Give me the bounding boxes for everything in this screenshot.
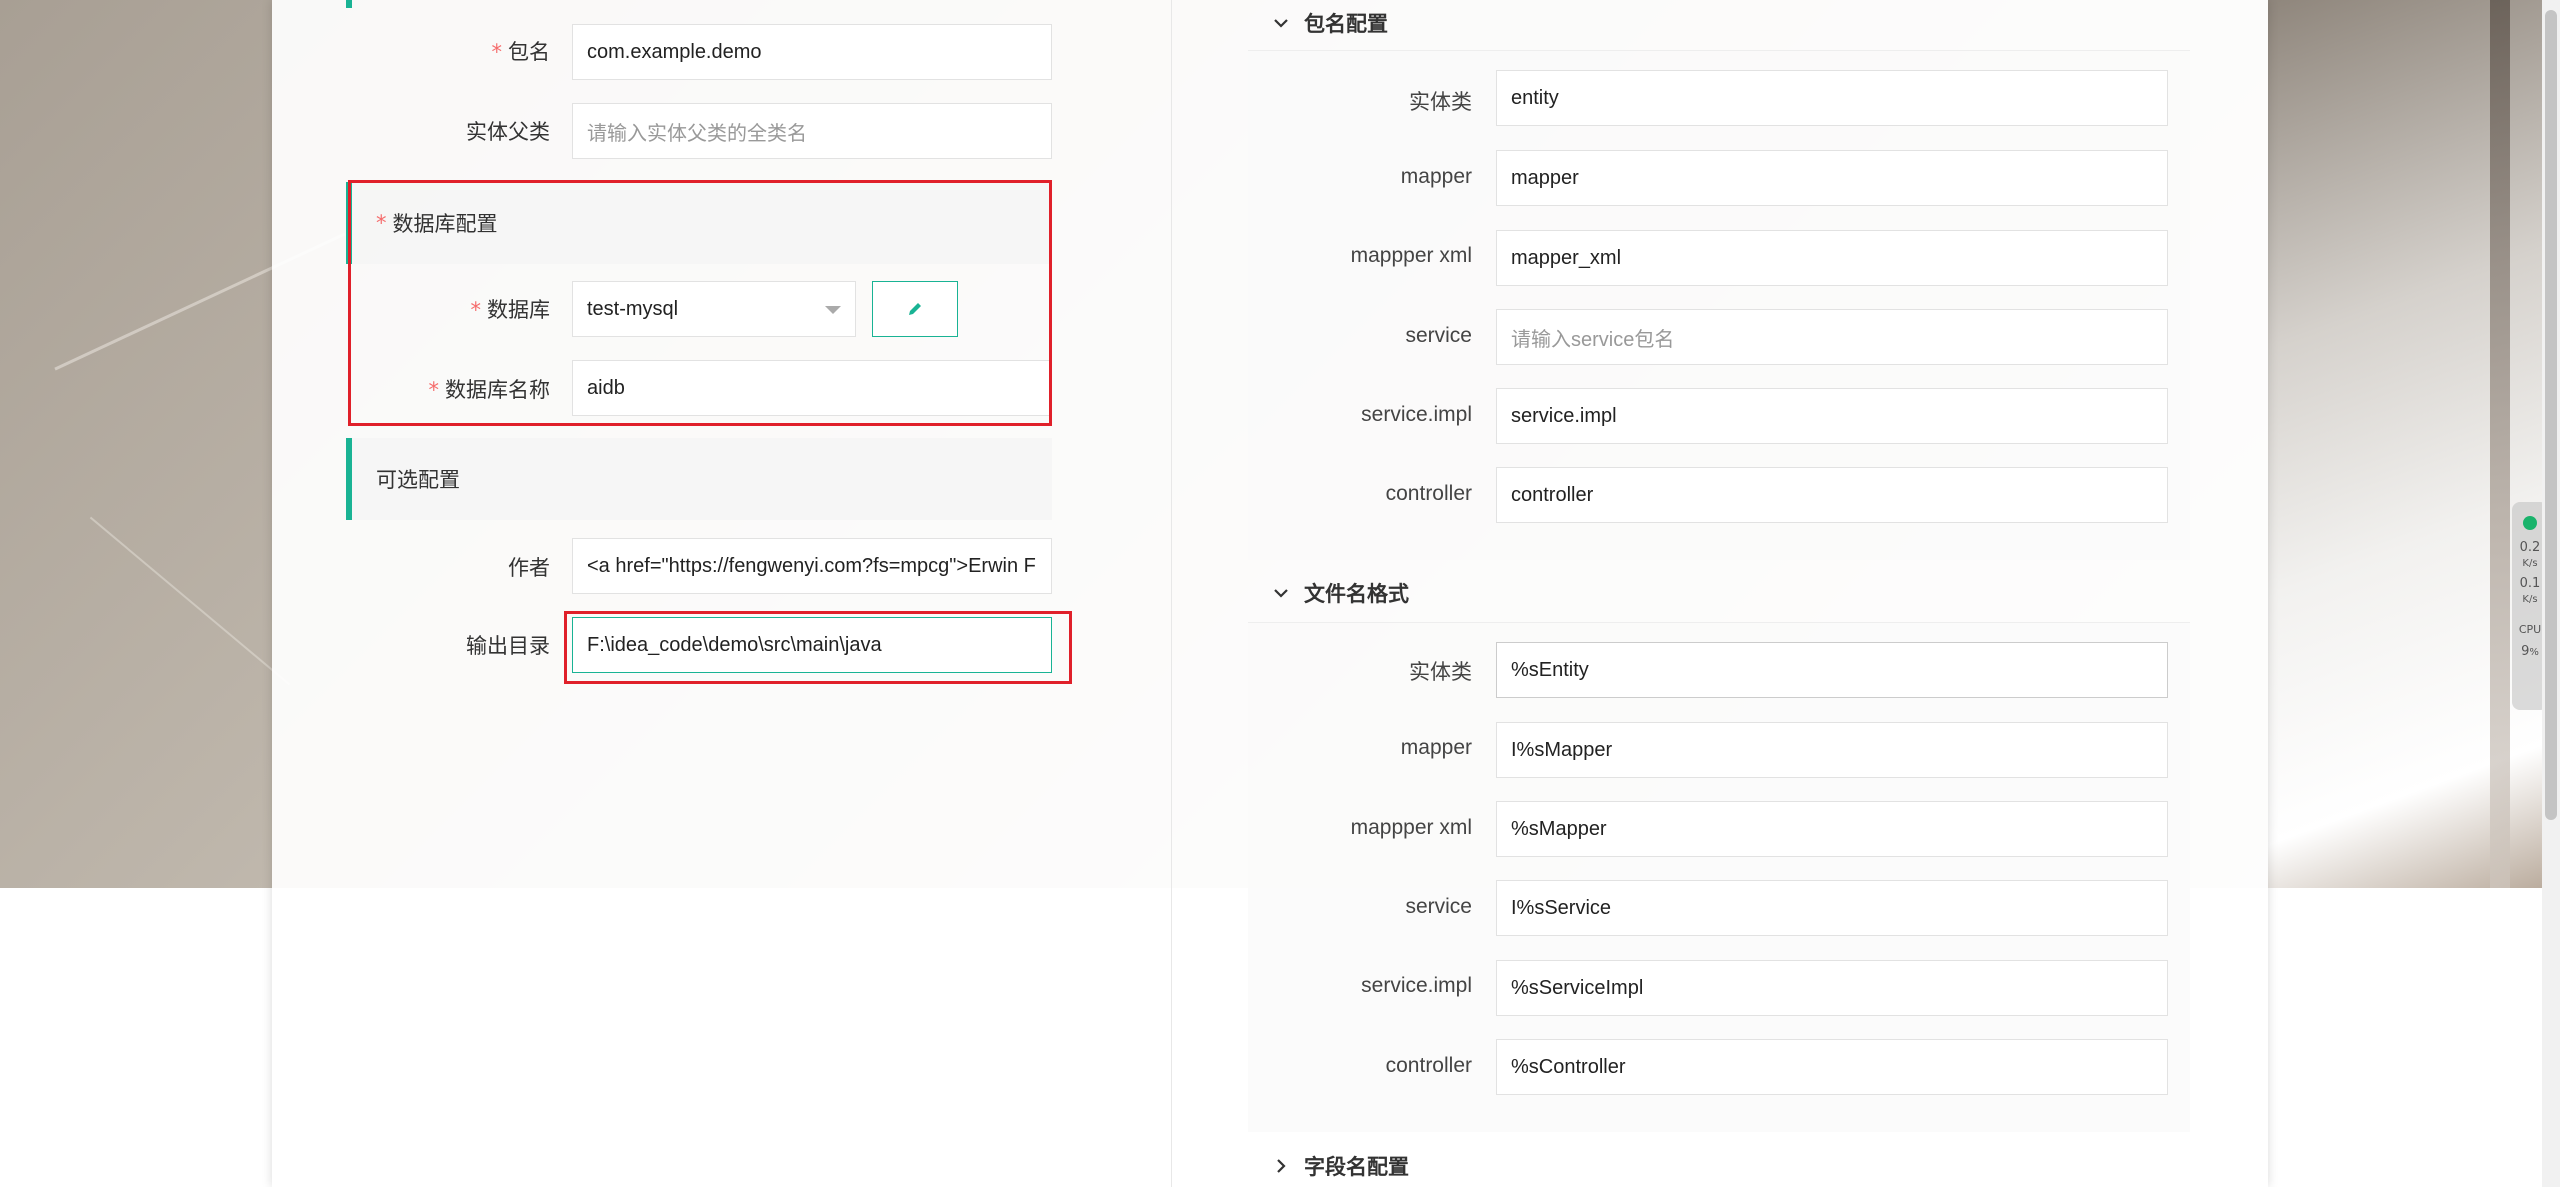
pkg-service-input[interactable]: 请输入service包名 xyxy=(1496,309,2168,365)
chevron-down-icon xyxy=(1272,584,1294,602)
pkg-mapper-label: mapper xyxy=(1400,165,1472,188)
pencil-icon xyxy=(909,303,921,315)
output-dir-label: 输出目录 xyxy=(466,634,550,658)
chevron-down-icon xyxy=(1272,14,1294,32)
status-dot-icon xyxy=(2523,516,2537,530)
fmt-service-impl-label: service.impl xyxy=(1361,974,1472,997)
chevron-down-icon xyxy=(825,306,841,314)
section-accent xyxy=(346,0,352,8)
fmt-service-label: service xyxy=(1405,895,1472,918)
entity-parent-input[interactable]: 请输入实体父类的全类名 xyxy=(572,103,1052,159)
pkg-entity-label: 实体类 xyxy=(1409,91,1472,114)
pkg-mapper-input[interactable]: mapper xyxy=(1496,150,2168,206)
page-scrollbar[interactable] xyxy=(2542,0,2560,1187)
author-label: 作者 xyxy=(508,556,550,580)
fmt-entity-input[interactable]: %sEntity xyxy=(1496,642,2168,698)
filename-format-header[interactable]: 文件名格式 xyxy=(1248,570,2190,616)
database-select-value: test-mysql xyxy=(587,297,679,320)
fmt-service-impl-input[interactable]: %sServiceImpl xyxy=(1496,960,2168,1016)
db-name-input[interactable]: aidb xyxy=(572,360,1052,416)
pkg-controller-label: controller xyxy=(1385,482,1472,505)
pkg-service-impl-input[interactable]: service.impl xyxy=(1496,388,2168,444)
entity-parent-label: 实体父类 xyxy=(466,120,550,144)
cpu-unit: % xyxy=(2529,647,2539,658)
scrollbar-thumb[interactable] xyxy=(2545,10,2557,820)
chevron-right-icon xyxy=(1272,1157,1294,1175)
pkg-entity-input[interactable]: entity xyxy=(1496,70,2168,126)
edit-database-button[interactable] xyxy=(872,281,958,337)
fmt-entity-label: 实体类 xyxy=(1409,661,1472,684)
field-name-config-header[interactable]: 字段名配置 xyxy=(1248,1143,2190,1187)
fmt-mapper-input[interactable]: I%sMapper xyxy=(1496,722,2168,778)
db-name-label: * 数据库名称 xyxy=(428,378,551,402)
pkg-mapper-xml-label: mappper xml xyxy=(1350,244,1472,267)
fmt-mapper-xml-label: mappper xml xyxy=(1350,816,1472,839)
pkg-service-impl-label: service.impl xyxy=(1361,403,1472,426)
fmt-mapper-label: mapper xyxy=(1400,736,1472,759)
pkg-mapper-xml-input[interactable]: mapper_xml xyxy=(1496,230,2168,286)
author-input[interactable]: <a href="https://fengwenyi.com?fs=mpcg">… xyxy=(572,538,1052,594)
database-select[interactable]: test-mysql xyxy=(572,281,856,337)
database-label: * 数据库 xyxy=(470,298,551,322)
column-divider xyxy=(1171,0,1172,1187)
pkg-service-label: service xyxy=(1405,324,1472,347)
db-section-header: * 数据库配置 xyxy=(346,182,1052,264)
package-input[interactable]: com.example.demo xyxy=(572,24,1052,80)
package-config-header[interactable]: 包名配置 xyxy=(1248,0,2190,46)
fmt-mapper-xml-input[interactable]: %sMapper xyxy=(1496,801,2168,857)
optional-section-header: 可选配置 xyxy=(346,438,1052,520)
fmt-controller-label: controller xyxy=(1385,1054,1472,1077)
fmt-service-input[interactable]: I%sService xyxy=(1496,880,2168,936)
pkg-controller-input[interactable]: controller xyxy=(1496,467,2168,523)
package-label: * 包名 xyxy=(491,40,551,64)
output-dir-input[interactable]: F:\idea_code\demo\src\main\java xyxy=(572,617,1052,673)
fmt-controller-input[interactable]: %sController xyxy=(1496,1039,2168,1095)
